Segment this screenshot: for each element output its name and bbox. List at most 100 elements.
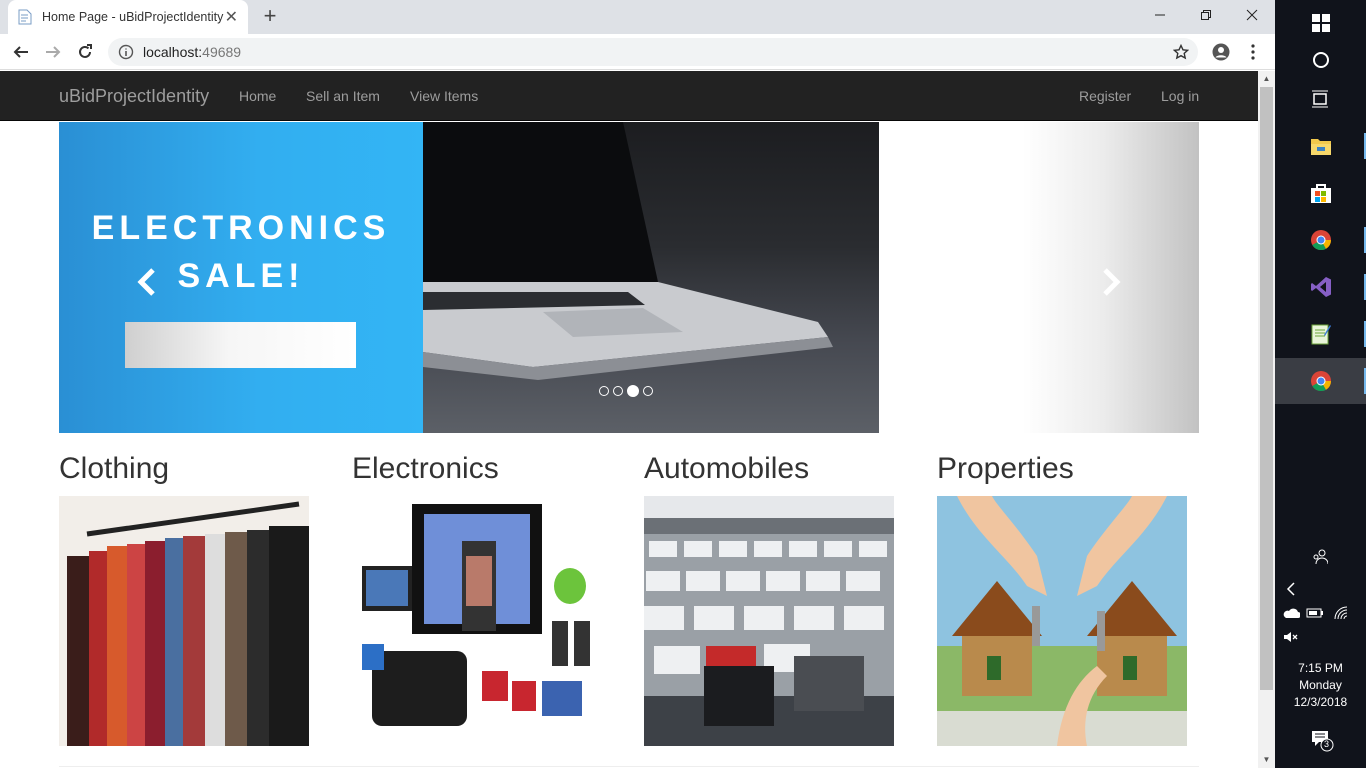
menu-button[interactable]	[1241, 40, 1265, 64]
nav-home[interactable]: Home	[239, 88, 276, 104]
promo-button[interactable]	[125, 322, 356, 368]
chrome-icon	[1310, 371, 1331, 392]
clock-day: Monday	[1299, 678, 1342, 692]
forward-arrow-icon	[46, 46, 61, 58]
profile-button[interactable]	[1209, 40, 1233, 64]
category-clothing: Clothing	[59, 449, 309, 746]
carousel-dot-2[interactable]	[613, 386, 623, 396]
automobiles-image[interactable]	[644, 496, 894, 746]
windows-logo-icon	[1311, 14, 1330, 32]
task-view-button[interactable]	[1275, 76, 1366, 122]
minimize-button[interactable]	[1137, 0, 1183, 30]
visual-studio-button[interactable]	[1275, 264, 1366, 310]
section-divider	[59, 766, 1199, 767]
category-title: Automobiles	[644, 452, 810, 485]
cloud-glyph	[1283, 608, 1300, 618]
carousel-dot-3[interactable]	[627, 385, 639, 397]
battery-glyph	[1306, 608, 1323, 618]
scroll-down-icon[interactable]: ▼	[1258, 752, 1275, 768]
site-brand[interactable]: uBidProjectIdentity	[59, 86, 209, 107]
close-icon	[1246, 9, 1258, 21]
more-vertical-icon	[1251, 44, 1255, 60]
chrome-taskbar-button-2[interactable]	[1275, 358, 1366, 404]
star-icon	[1173, 44, 1189, 60]
nav-login[interactable]: Log in	[1161, 88, 1199, 104]
url-host: localhost:	[143, 44, 203, 60]
url-port: 49689	[202, 44, 242, 60]
promo-line-1: ELECTRONICS	[91, 209, 391, 247]
browser-tabstrip: Home Page - uBidProjectIdentity ✕ +	[0, 0, 1275, 34]
chrome-taskbar-button-1[interactable]	[1275, 217, 1366, 263]
electronics-image[interactable]	[352, 496, 602, 746]
scroll-thumb[interactable]	[1260, 87, 1273, 690]
clock-date: 12/3/2018	[1293, 695, 1348, 709]
promo-line-2: SALE!	[177, 257, 305, 295]
close-window-button[interactable]	[1229, 0, 1275, 30]
onedrive-icon[interactable]	[1281, 603, 1301, 623]
info-icon[interactable]	[118, 44, 134, 60]
new-tab-button[interactable]: +	[258, 5, 282, 29]
browser-tab[interactable]: Home Page - uBidProjectIdentity ✕	[8, 0, 248, 34]
action-center-icon[interactable]: 3	[1310, 728, 1334, 752]
carousel-indicators	[599, 385, 653, 397]
notepad-button[interactable]	[1275, 311, 1366, 357]
site-navbar: uBidProjectIdentity Home Sell an Item Vi…	[0, 71, 1258, 121]
page-icon	[18, 9, 32, 25]
people-glyph	[1313, 549, 1328, 565]
reload-button[interactable]	[73, 40, 97, 64]
promo-title: ELECTRONICS SALE!	[59, 204, 423, 300]
volume-muted-icon[interactable]	[1281, 627, 1301, 647]
store-button[interactable]	[1275, 170, 1366, 216]
house-keys-illustration	[937, 496, 1187, 746]
people-icon[interactable]	[1310, 547, 1330, 567]
category-title: Electronics	[352, 452, 499, 485]
file-explorer-button[interactable]	[1275, 123, 1366, 169]
tab-title: Home Page - uBidProjectIdentity	[42, 10, 224, 24]
promo-panel: ELECTRONICS SALE!	[59, 122, 423, 433]
wifi-glyph	[1334, 606, 1348, 620]
browser-toolbar: localhost: 49689	[0, 34, 1275, 70]
nav-view-items[interactable]: View Items	[410, 88, 478, 104]
clock-time: 7:15 PM	[1298, 661, 1343, 675]
category-title: Properties	[937, 452, 1074, 485]
scroll-up-icon[interactable]: ▲	[1258, 71, 1275, 87]
carousel-prev-icon[interactable]	[133, 262, 163, 302]
close-tab-icon[interactable]: ✕	[225, 7, 238, 27]
restore-icon	[1201, 10, 1211, 20]
notification-glyph	[1312, 731, 1334, 752]
category-automobiles: Automobiles	[644, 449, 894, 746]
back-button[interactable]	[9, 40, 33, 64]
car-lot-illustration	[644, 496, 894, 746]
restore-button[interactable]	[1183, 0, 1229, 30]
carousel-dot-4[interactable]	[643, 386, 653, 396]
nav-sell-item[interactable]: Sell an Item	[306, 88, 380, 104]
carousel-dot-1[interactable]	[599, 386, 609, 396]
minimize-icon	[1155, 14, 1165, 16]
forward-button[interactable]	[41, 40, 65, 64]
carousel-next-icon[interactable]	[1095, 262, 1125, 302]
wifi-icon[interactable]	[1331, 603, 1351, 623]
properties-image[interactable]	[937, 496, 1187, 746]
address-bar[interactable]: localhost: 49689	[108, 38, 1198, 66]
clothing-image[interactable]	[59, 496, 309, 746]
category-title: Clothing	[59, 452, 170, 485]
page-scrollbar[interactable]: ▲ ▼	[1258, 71, 1275, 768]
taskbar-clock[interactable]: 7:15 PM Monday 12/3/2018	[1275, 660, 1366, 711]
show-hidden-icons-chevron-icon[interactable]	[1281, 579, 1301, 599]
bookmark-button[interactable]	[1169, 40, 1193, 64]
windows-taskbar: 7:15 PM Monday 12/3/2018 3	[1275, 0, 1366, 768]
folder-icon	[1310, 139, 1331, 155]
store-bag-icon	[1310, 184, 1331, 203]
chevron-left-glyph	[1286, 582, 1295, 596]
speaker-muted-glyph	[1284, 632, 1298, 642]
visual-studio-icon	[1310, 277, 1331, 297]
electronics-collage-illustration	[352, 496, 602, 746]
notepad-icon	[1311, 324, 1331, 345]
cortana-circle-icon	[1312, 52, 1329, 68]
chrome-icon	[1310, 230, 1331, 251]
nav-register[interactable]: Register	[1079, 88, 1131, 104]
hero-carousel: ELECTRONICS SALE!	[59, 122, 1199, 433]
back-arrow-icon	[13, 46, 28, 58]
battery-icon[interactable]	[1305, 603, 1325, 623]
account-icon	[1212, 43, 1230, 61]
